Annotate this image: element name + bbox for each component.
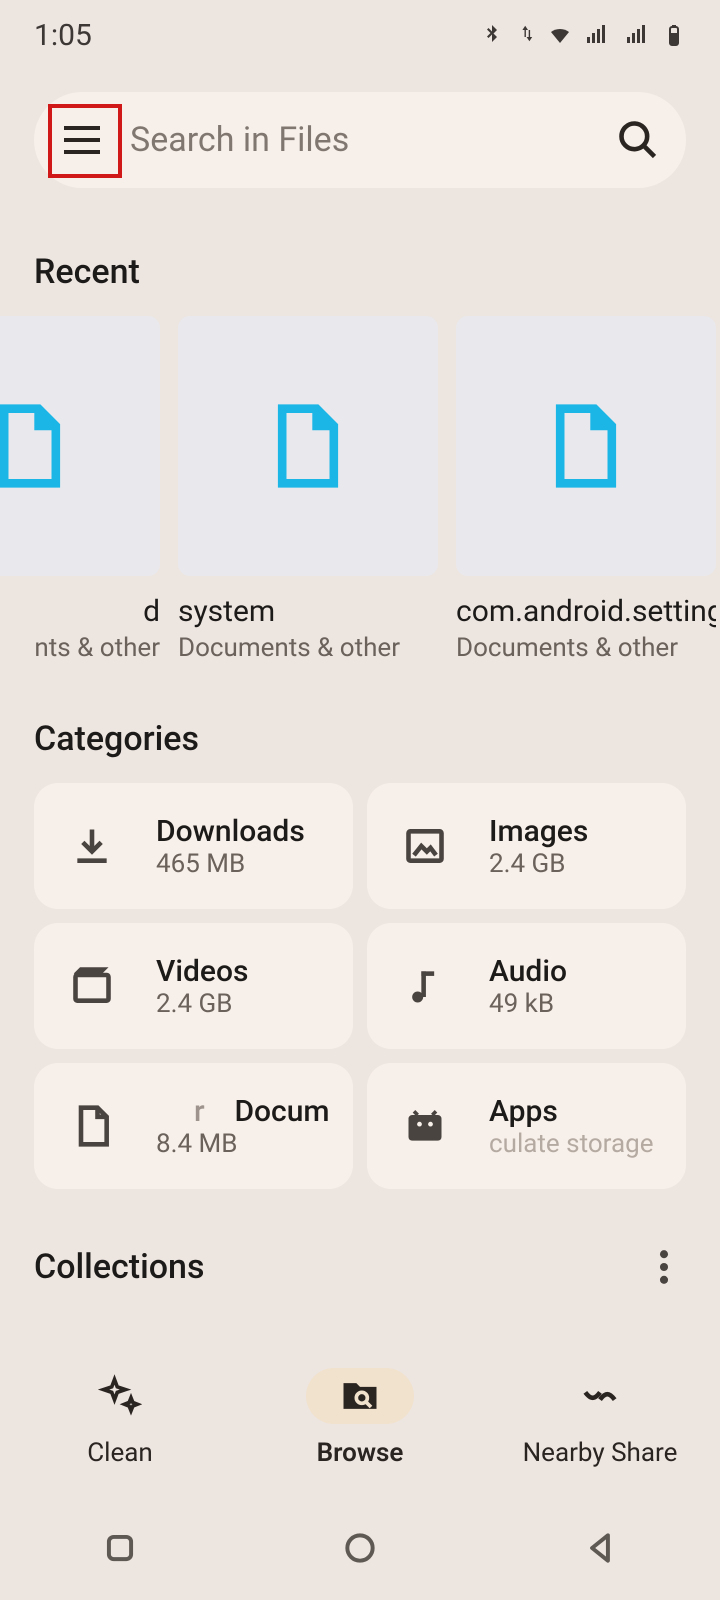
category-size: 2.4 GB <box>489 849 588 879</box>
sparkle-icon <box>98 1374 142 1418</box>
wifi-icon <box>548 23 572 47</box>
category-size: 49 kB <box>489 989 567 1019</box>
category-documents[interactable]: r Docum 8.4 MB <box>34 1063 353 1189</box>
category-name: r Docum <box>156 1094 330 1129</box>
recent-sub: Documents & other <box>178 633 438 663</box>
recent-name: system <box>178 594 438 629</box>
menu-button[interactable] <box>46 104 118 176</box>
collections-header: Collections <box>34 1245 686 1289</box>
nearby-icon <box>578 1374 622 1418</box>
nav-browse[interactable]: Browse <box>240 1340 480 1496</box>
data-icon <box>514 23 538 47</box>
status-time: 1:05 <box>34 18 92 53</box>
category-size: culate storage <box>489 1129 653 1159</box>
category-apps[interactable]: Apps culate storage <box>367 1063 686 1189</box>
signal-icon <box>582 23 612 47</box>
video-icon <box>70 964 114 1008</box>
search-placeholder: Search in Files <box>130 120 616 160</box>
search-bar[interactable]: Search in Files <box>34 92 686 188</box>
file-icon <box>551 403 621 489</box>
back-icon[interactable] <box>581 1529 619 1567</box>
document-icon <box>70 1104 114 1148</box>
category-audio[interactable]: Audio 49 kB <box>367 923 686 1049</box>
categories-grid: Downloads 465 MB Images 2.4 GB Videos 2.… <box>34 783 686 1189</box>
recent-thumb <box>0 316 160 576</box>
image-icon <box>403 824 447 868</box>
recent-item[interactable]: system Documents & other <box>178 316 438 663</box>
more-vert-icon <box>642 1245 686 1289</box>
signal2-icon <box>622 23 652 47</box>
home-icon[interactable] <box>341 1529 379 1567</box>
hamburger-icon <box>62 124 102 156</box>
nav-nearby[interactable]: Nearby Share <box>480 1340 720 1496</box>
category-name: Apps <box>489 1094 653 1129</box>
bluetooth-icon <box>480 23 504 47</box>
recent-name: d <box>0 594 160 629</box>
recent-thumb <box>456 316 716 576</box>
status-bar: 1:05 <box>0 0 720 70</box>
bottom-nav: Clean Browse Nearby Share <box>0 1340 720 1496</box>
nav-label: Clean <box>87 1438 153 1468</box>
category-name: Audio <box>489 954 567 989</box>
category-name: Videos <box>156 954 248 989</box>
recent-item[interactable]: com.android.settings Documents & other <box>456 316 716 663</box>
category-size: 8.4 MB <box>156 1129 330 1159</box>
recent-carousel[interactable]: d nts & other system Documents & other c… <box>0 316 720 663</box>
category-downloads[interactable]: Downloads 465 MB <box>34 783 353 909</box>
recents-icon[interactable] <box>101 1529 139 1567</box>
system-nav <box>0 1496 720 1600</box>
recent-sub: nts & other <box>0 633 160 663</box>
collections-title: Collections <box>34 1247 204 1287</box>
categories-title: Categories <box>34 719 686 759</box>
category-videos[interactable]: Videos 2.4 GB <box>34 923 353 1049</box>
apps-icon <box>403 1104 447 1148</box>
recent-sub: Documents & other <box>456 633 716 663</box>
category-size: 2.4 GB <box>156 989 248 1019</box>
file-icon <box>0 403 65 489</box>
search-icon[interactable] <box>616 118 660 162</box>
category-name: Images <box>489 814 588 849</box>
nav-clean[interactable]: Clean <box>0 1340 240 1496</box>
more-button[interactable] <box>642 1245 686 1289</box>
category-name: Downloads <box>156 814 305 849</box>
recent-item[interactable]: d nts & other <box>0 316 160 663</box>
audio-icon <box>403 964 447 1008</box>
nav-label: Browse <box>317 1438 404 1468</box>
recent-name: com.android.settings <box>456 594 716 629</box>
download-icon <box>70 824 114 868</box>
recent-thumb <box>178 316 438 576</box>
category-images[interactable]: Images 2.4 GB <box>367 783 686 909</box>
battery-icon <box>662 23 686 47</box>
status-icons <box>480 23 686 47</box>
nav-label: Nearby Share <box>523 1438 678 1468</box>
recent-title: Recent <box>34 252 686 292</box>
category-size: 465 MB <box>156 849 305 879</box>
folder-search-icon <box>338 1374 382 1418</box>
file-icon <box>273 403 343 489</box>
